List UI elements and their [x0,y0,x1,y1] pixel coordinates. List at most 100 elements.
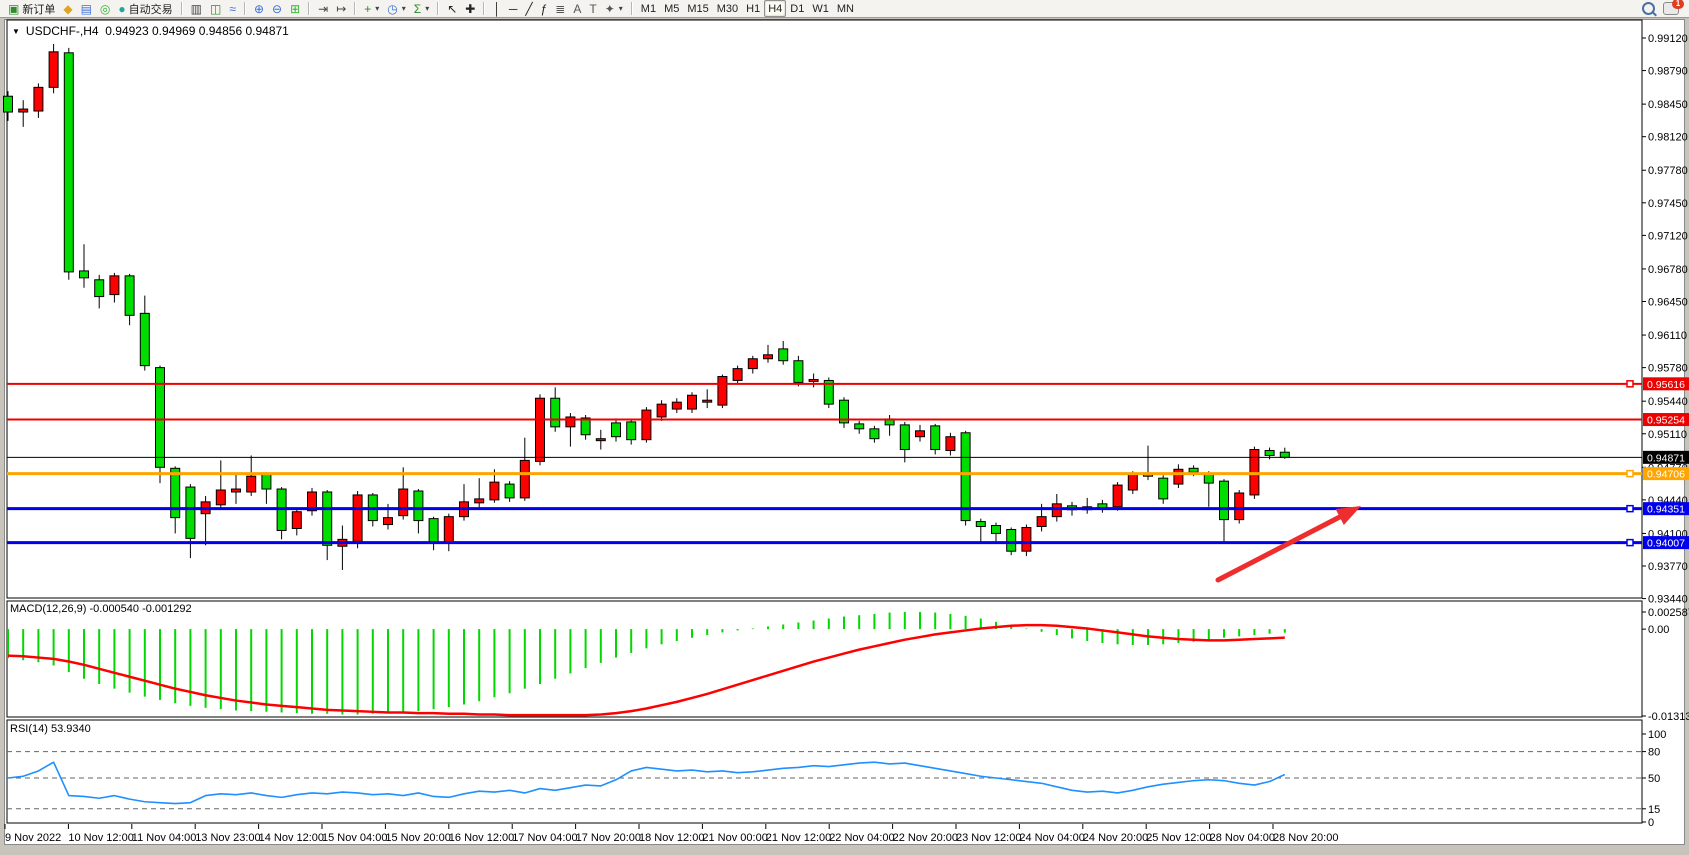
tf-m30-button[interactable]: M30 [713,0,742,17]
tf-w1-button[interactable]: W1 [808,0,833,17]
candle-up [536,398,545,461]
bar-chart-button[interactable]: ▥ [187,0,206,17]
ohlc-close: 0.94871 [245,24,288,38]
candle-up [247,476,256,492]
macd-tick-label: -0.013133 [1648,711,1689,723]
price-badge-label: 0.95254 [1647,415,1685,427]
tf-d1-button[interactable]: D1 [786,0,808,17]
macd-indicator-label: MACD(12,26,9) -0.000540 -0.001292 [10,603,192,615]
periods-button[interactable]: ◷▾ [383,0,410,17]
shapes-button[interactable]: ✦▾ [601,0,627,17]
candle-down [1189,468,1198,472]
new-order-button-label: 新订单 [22,1,55,17]
new-order-button[interactable]: ▣新订单 [4,0,59,17]
time-tick-label: 9 Nov 2022 [5,832,61,844]
tf-m15-button[interactable]: M15 [683,0,712,17]
level-handle[interactable] [1627,471,1633,477]
chart-window-icon: ▤ [81,3,92,15]
chart-canvas[interactable]: 0.991200.987900.984500.981200.977800.974… [0,0,1689,855]
price-tick-label: 0.95110 [1648,429,1687,441]
tf-w1-button-label: W1 [812,3,829,15]
candle-up [232,489,241,492]
tf-h1-button-label: H1 [746,3,760,15]
tf-mn-button[interactable]: MN [833,0,858,17]
rsi-panel [7,720,1642,823]
signals-button[interactable]: ◎ [96,0,114,17]
tf-m1-button[interactable]: M1 [637,0,660,17]
indicators-button[interactable]: Σ▾ [410,0,433,17]
candle-up [353,495,362,541]
chevron-down-icon: ▾ [425,4,429,13]
time-axis[interactable]: 9 Nov 202210 Nov 12:0011 Nov 04:0013 Nov… [5,824,1338,844]
candle-up [475,499,484,503]
chart-window-button[interactable]: ▤ [77,0,96,17]
ohlc-high: 0.94969 [152,24,195,38]
candle-up [444,517,453,544]
toolbar-separator [437,2,439,15]
text-button[interactable]: A [569,0,585,17]
tile-windows-button[interactable]: ⊞ [286,0,304,17]
tf-mn-button-label: MN [837,3,854,15]
tf-m30-button-label: M30 [717,3,738,15]
candle-down [1204,474,1213,483]
trendline-button[interactable]: ╱ [521,0,536,17]
candle-up [34,87,43,111]
vertical-line-button[interactable]: │ [489,0,505,17]
price-axis[interactable]: 0.991200.987900.984500.981200.977800.974… [1642,33,1689,829]
time-tick-label: 25 Nov 12:00 [1146,832,1211,844]
price-badge-label: 0.94007 [1647,538,1685,550]
zoom-in-button[interactable]: ⊕ [250,0,268,17]
candle-down [627,422,636,440]
autotrade-button[interactable]: ●自动交易 [114,0,176,17]
time-tick-label: 21 Nov 00:00 [702,832,767,844]
line-chart-button[interactable]: ≈ [225,0,240,17]
price-tick-label: 0.97450 [1648,198,1688,210]
channel-button[interactable]: ≣ [551,0,569,17]
price-badge-label: 0.94871 [1647,452,1685,464]
price-tick-label: 0.93770 [1648,561,1688,573]
crosshair-button[interactable]: ✚ [461,0,479,17]
deposit-button[interactable]: ◆ [59,0,76,17]
time-tick-label: 14 Nov 12:00 [259,832,324,844]
search-icon[interactable] [1642,2,1655,15]
price-badge-label: 0.94351 [1647,504,1685,516]
label-button[interactable]: T [585,0,600,17]
chat-icon[interactable]: 1 [1663,2,1679,15]
tf-m5-button[interactable]: M5 [660,0,683,17]
line-chart-icon: ≈ [229,3,236,15]
shift-end-button[interactable]: ⇥ [314,0,332,17]
zoom-out-button[interactable]: ⊖ [268,0,286,17]
new-chart-button[interactable]: +▾ [360,0,383,17]
level-handle[interactable] [1627,381,1633,387]
price-tick-label: 0.98450 [1648,99,1688,111]
label-icon: T [589,3,596,15]
level-handle[interactable] [1627,540,1633,546]
cursor-button[interactable]: ↖ [443,0,461,17]
tf-h4-button[interactable]: H4 [764,0,786,17]
macd-signal-value: -0.001292 [142,603,192,615]
candle-up [292,512,301,529]
tf-h1-button[interactable]: H1 [742,0,764,17]
time-tick-label: 17 Nov 04:00 [512,832,577,844]
price-badge-label: 0.94706 [1647,469,1685,481]
candle-down [794,361,803,383]
candlestick-chart-button[interactable]: ◫ [206,0,225,17]
price-tick-label: 0.96450 [1648,297,1688,309]
horizontal-line-button[interactable]: ─ [505,0,522,17]
auto-scroll-button[interactable]: ↦ [332,0,350,17]
fibonacci-button[interactable]: ƒ [537,0,552,17]
macd-tick-label: 0.002587 [1648,607,1689,619]
deposit-icon: ◆ [63,3,72,15]
chart-collapse-icon[interactable]: ▼ [12,27,20,36]
candlestick-chart-icon: ◫ [210,3,221,15]
candle-up [216,490,225,505]
time-tick-label: 22 Nov 20:00 [893,832,958,844]
candle-down [1220,481,1229,519]
candle-down [186,487,195,538]
level-handle[interactable] [1627,506,1633,512]
candle-up [596,439,605,441]
candle-up [19,109,28,112]
candle-down [125,276,134,315]
candle-down [171,468,180,517]
rsi-tick-label: 50 [1648,773,1660,785]
